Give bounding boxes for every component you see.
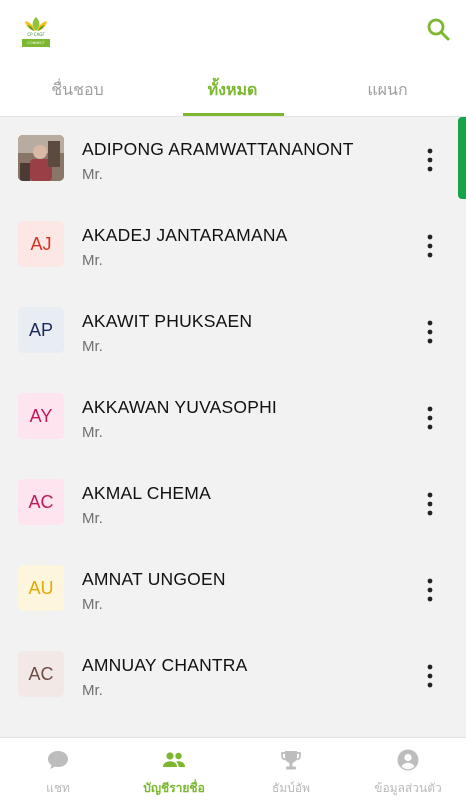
more-vert-icon — [427, 148, 433, 172]
contact-list[interactable]: ADIPONG ARAMWATTANANONT Mr. AJ AKADEJ JA… — [0, 117, 466, 737]
nav-profile-label: ข้อมูลส่วนตัว — [374, 781, 442, 795]
contact-row[interactable]: AU AMNAT UNGOEN Mr. — [0, 547, 466, 633]
trophy-icon — [281, 751, 301, 770]
contact-title: Mr. — [82, 424, 103, 441]
logo-connect-text: CONNECT — [22, 39, 50, 47]
people-icon — [163, 752, 185, 767]
more-options-button[interactable] — [420, 233, 440, 259]
contact-row[interactable]: AC AKMAL CHEMA Mr. — [0, 461, 466, 547]
nav-thumbs-up[interactable]: ธัมบ์อัพ — [233, 738, 349, 800]
active-tab-indicator — [183, 113, 284, 116]
contact-row[interactable]: ADIPONG ARAMWATTANANONT Mr. — [0, 117, 466, 203]
contact-name: AKADEJ JANTARAMANA — [82, 225, 288, 245]
avatar-photo — [18, 135, 64, 181]
more-options-button[interactable] — [420, 319, 440, 345]
more-options-button[interactable] — [420, 147, 440, 173]
nav-contacts[interactable]: บัญชีรายชื่อ — [116, 738, 232, 800]
contact-name: ADIPONG ARAMWATTANANONT — [82, 139, 354, 159]
nav-contacts-label: บัญชีรายชื่อ — [143, 781, 205, 795]
contact-title: Mr. — [82, 510, 103, 527]
tab-bar: ชื่นชอบ ทั้งหมด แผนก — [0, 62, 466, 117]
contact-title: Mr. — [82, 338, 103, 355]
contact-row[interactable]: AJ AKADEJ JANTARAMANA Mr. — [0, 203, 466, 289]
contact-name: AKMAL CHEMA — [82, 483, 211, 503]
more-vert-icon — [427, 492, 433, 516]
contact-title: Mr. — [82, 682, 103, 699]
contact-name: AKAWIT PHUKSAEN — [82, 311, 253, 331]
more-vert-icon — [427, 320, 433, 344]
avatar-initials: AU — [18, 565, 64, 611]
more-options-button[interactable] — [420, 577, 440, 603]
avatar-initials: AP — [18, 307, 64, 353]
bottom-navigation: แชท บัญชีรายชื่อ ธัมบ์อัพ ข้อมูลส่วนตัว — [0, 737, 466, 800]
profile-photo-image — [18, 135, 64, 181]
contact-title: Mr. — [82, 596, 103, 613]
more-vert-icon — [427, 578, 433, 602]
more-options-button[interactable] — [420, 663, 440, 689]
chat-bubble-icon — [48, 751, 68, 769]
contact-row[interactable]: AP AKAWIT PHUKSAEN Mr. — [0, 289, 466, 375]
contact-row[interactable]: AC AMNUAY CHANTRA Mr. — [0, 633, 466, 719]
tab-department[interactable]: แผนก — [310, 62, 465, 117]
more-vert-icon — [427, 406, 433, 430]
tab-favorites[interactable]: ชื่นชอบ — [0, 62, 155, 117]
more-vert-icon — [427, 234, 433, 258]
list-scrollbar[interactable] — [458, 117, 466, 199]
avatar-initials: AC — [18, 479, 64, 525]
contact-name: AKKAWAN YUVASOPHI — [82, 397, 277, 417]
more-options-button[interactable] — [420, 491, 440, 517]
contact-title: Mr. — [82, 166, 103, 183]
contact-row[interactable]: AY AKKAWAN YUVASOPHI Mr. — [0, 375, 466, 461]
nav-chat-label: แชท — [46, 781, 70, 795]
nav-thumbs-up-label: ธัมบ์อัพ — [272, 781, 310, 795]
app-logo: CP CAGF CONNECT — [20, 16, 52, 48]
search-button[interactable] — [425, 16, 453, 44]
avatar-initials: AJ — [18, 221, 64, 267]
logo-brand-text: CP CAGF — [27, 32, 45, 37]
more-vert-icon — [427, 664, 433, 688]
nav-chat[interactable]: แชท — [0, 738, 116, 800]
app-header: CP CAGF CONNECT — [0, 0, 466, 62]
tab-all[interactable]: ทั้งหมด — [155, 62, 310, 117]
account-circle-icon — [397, 749, 419, 771]
nav-profile[interactable]: ข้อมูลส่วนตัว — [350, 738, 466, 800]
contact-name: AMNUAY CHANTRA — [82, 655, 248, 675]
search-icon — [427, 18, 450, 41]
contact-title: Mr. — [82, 252, 103, 269]
avatar-initials: AC — [18, 651, 64, 697]
lotus-logo-icon — [25, 17, 47, 31]
more-options-button[interactable] — [420, 405, 440, 431]
contact-name: AMNAT UNGOEN — [82, 569, 226, 589]
avatar-initials: AY — [18, 393, 64, 439]
